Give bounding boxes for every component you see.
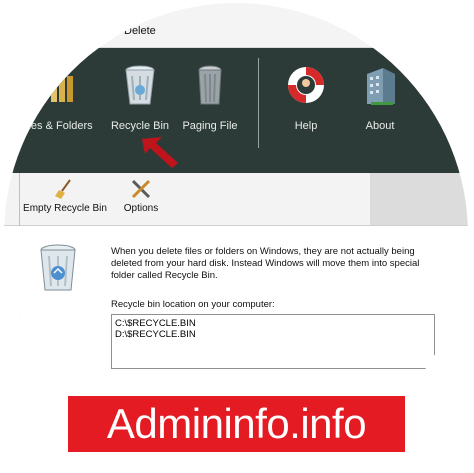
empty-recycle-bin-label: Empty Recycle Bin <box>23 203 107 214</box>
options-button[interactable]: Options <box>116 177 166 214</box>
tools-options-icon <box>130 179 152 199</box>
ribbon-toolbar: Files & Folders Recycle Bin Paging File … <box>4 48 468 173</box>
empty-recycle-bin-button[interactable]: Empty Recycle Bin <box>20 177 110 214</box>
files-folders-icon <box>33 62 79 108</box>
command-toolbar: Empty Recycle Bin Options <box>4 173 468 226</box>
window-title: Delete <box>124 25 156 37</box>
ribbon-about-label: About <box>365 120 395 132</box>
lifebuoy-help-icon <box>283 62 329 108</box>
building-about-icon <box>357 62 403 108</box>
ribbon-help-label: Help <box>294 120 318 132</box>
recycle-bin-large-icon <box>40 244 76 291</box>
recycle-bin-description: When you delete files or folders on Wind… <box>111 246 420 281</box>
options-label: Options <box>123 203 159 214</box>
ribbon-help-button[interactable]: Help <box>266 58 346 148</box>
watermark-banner: Admininfo.info <box>68 396 405 452</box>
ribbon-recycle-bin-label: Recycle Bin <box>110 120 170 132</box>
annotation-arrow-icon <box>142 137 178 168</box>
location-item[interactable]: C:\$RECYCLE.BIN <box>115 318 434 329</box>
ribbon-files-folders-label: Files & Folders <box>19 120 93 132</box>
ribbon-files-folders-button[interactable]: Files & Folders <box>16 58 96 148</box>
location-item[interactable]: D:\$RECYCLE.BIN <box>115 329 434 340</box>
ribbon-paging-file-label: Paging File <box>182 120 238 132</box>
title-bar: Delete <box>4 3 468 48</box>
ribbon-paging-file-button[interactable]: Paging File <box>170 58 250 148</box>
ribbon-about-button[interactable]: About <box>340 58 420 148</box>
paging-file-icon <box>187 62 233 108</box>
recycle-bin-icon <box>117 62 163 108</box>
location-label: Recycle bin location on your computer: <box>111 299 275 310</box>
toolbar-right-panel <box>370 173 468 225</box>
broom-icon <box>54 179 76 199</box>
ribbon-separator <box>258 58 259 148</box>
recycle-bin-panel: When you delete files or folders on Wind… <box>4 226 468 386</box>
location-list[interactable]: C:\$RECYCLE.BIN D:\$RECYCLE.BIN <box>111 314 435 369</box>
